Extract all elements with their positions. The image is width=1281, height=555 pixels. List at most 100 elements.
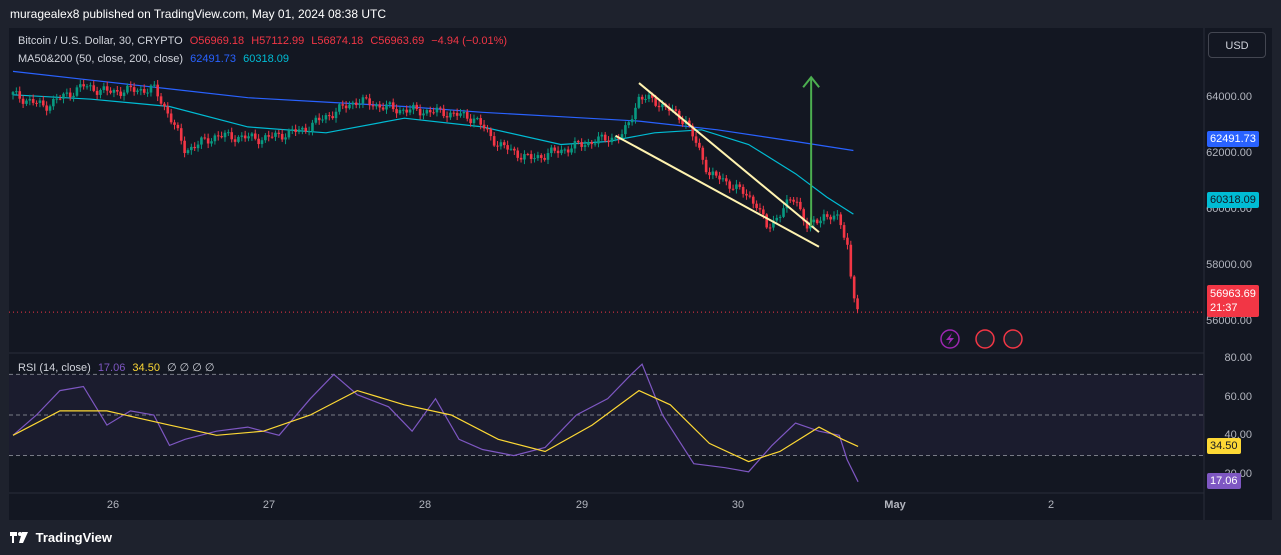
candle-body bbox=[129, 85, 133, 88]
attribution-bar: muragealex8 published on TradingView.com… bbox=[0, 0, 1281, 28]
candle-body bbox=[519, 157, 523, 160]
candle-body bbox=[89, 85, 92, 87]
candle-body bbox=[243, 135, 247, 139]
lightning-bolt-icon bbox=[946, 333, 954, 345]
ohlc-close: C56963.69 bbox=[370, 35, 425, 47]
candle-body bbox=[166, 106, 170, 114]
symbol-legend: Bitcoin / U.S. Dollar, 30, CRYPTO O56969… bbox=[18, 35, 511, 47]
candle-body bbox=[428, 110, 432, 113]
ma200-value: 60318.09 bbox=[243, 53, 289, 65]
candle-body bbox=[119, 91, 122, 96]
candle-body bbox=[469, 118, 472, 124]
candle-body bbox=[227, 132, 230, 134]
rsi-extra-values: ∅ ∅ ∅ ∅ bbox=[167, 362, 215, 374]
candle-body bbox=[233, 139, 237, 142]
candle-body bbox=[220, 136, 223, 138]
candle-body bbox=[358, 103, 361, 106]
ma-indicator-name[interactable]: MA50&200 (50, close, 200, close) bbox=[18, 53, 183, 65]
us-economic-event-icon-2 bbox=[1003, 329, 1023, 349]
candle-body bbox=[321, 119, 324, 121]
candle-body bbox=[398, 110, 402, 114]
candle-body bbox=[842, 225, 846, 238]
candle-body bbox=[153, 84, 156, 86]
candle-body bbox=[284, 137, 287, 140]
candle-body bbox=[52, 99, 55, 107]
candle-body bbox=[58, 98, 62, 100]
candle-body bbox=[253, 133, 257, 139]
candle-body bbox=[647, 94, 651, 99]
candle-body bbox=[327, 115, 331, 117]
candle-body bbox=[136, 90, 139, 92]
candle-body bbox=[570, 148, 573, 153]
candle-body bbox=[280, 133, 284, 140]
candle-body bbox=[546, 153, 550, 160]
candle-body bbox=[502, 142, 506, 146]
candle-body bbox=[351, 102, 355, 105]
time-tick-may: May bbox=[884, 499, 906, 511]
candle-body bbox=[449, 112, 452, 118]
ohlc-change: −4.94 (−0.01%) bbox=[431, 35, 508, 47]
candle-body bbox=[795, 201, 799, 203]
candle-body bbox=[543, 157, 546, 160]
candle-body bbox=[462, 112, 466, 114]
candle-body bbox=[819, 220, 822, 224]
candle-body bbox=[563, 149, 567, 151]
candle-body bbox=[142, 89, 146, 93]
candle-body bbox=[472, 118, 476, 124]
candle-body bbox=[637, 96, 641, 108]
candle-body bbox=[455, 112, 459, 116]
price-tick-58000: 58000.00 bbox=[1206, 259, 1252, 271]
candle-body bbox=[344, 105, 348, 109]
candle-body bbox=[644, 98, 647, 100]
candle-body bbox=[856, 298, 859, 310]
candle-body bbox=[45, 105, 48, 111]
candle-body bbox=[731, 188, 735, 190]
candle-body bbox=[260, 140, 264, 145]
candle-body bbox=[408, 109, 412, 113]
candle-body bbox=[778, 216, 782, 218]
candle-body bbox=[183, 140, 186, 154]
candle-body bbox=[439, 107, 442, 109]
candle-body bbox=[590, 141, 594, 145]
candle-body bbox=[822, 214, 826, 221]
candle-body bbox=[442, 108, 445, 117]
candle-body bbox=[566, 149, 570, 153]
rsi-indicator-name[interactable]: RSI (14, close) bbox=[18, 362, 91, 374]
candle-body bbox=[216, 135, 220, 137]
candle-body bbox=[523, 154, 526, 160]
candle-body bbox=[634, 107, 637, 120]
candle-body bbox=[415, 104, 419, 110]
chart-area[interactable]: Bitcoin / U.S. Dollar, 30, CRYPTO O56969… bbox=[9, 28, 1272, 520]
candle-body bbox=[186, 150, 190, 154]
candle-body bbox=[146, 92, 149, 94]
candle-body bbox=[78, 84, 82, 88]
candle-body bbox=[223, 132, 227, 138]
candle-body bbox=[378, 104, 382, 108]
candle-body bbox=[31, 99, 35, 103]
candle-body bbox=[627, 122, 631, 126]
currency-button[interactable]: USD bbox=[1208, 32, 1266, 58]
rsi-tick-60: 60.00 bbox=[1224, 391, 1252, 403]
symbol-name[interactable]: Bitcoin / U.S. Dollar, 30, CRYPTO bbox=[18, 35, 183, 47]
candle-body bbox=[832, 215, 836, 220]
candle-body bbox=[630, 119, 634, 123]
candle-body bbox=[277, 132, 281, 134]
tradingview-logo[interactable]: TradingView bbox=[10, 530, 112, 545]
candle-body bbox=[640, 96, 644, 100]
candle-body bbox=[745, 193, 748, 196]
ohlc-low: L56874.18 bbox=[311, 35, 364, 47]
candle-body bbox=[751, 196, 755, 204]
candle-body bbox=[758, 208, 762, 210]
candle-body bbox=[836, 214, 839, 216]
candle-body bbox=[748, 195, 752, 197]
candle-body bbox=[728, 181, 731, 189]
candle-body bbox=[274, 132, 277, 137]
candle-body bbox=[529, 154, 533, 159]
candle-body bbox=[768, 227, 772, 229]
candle-body bbox=[775, 217, 779, 221]
rsi-ma-value: 34.50 bbox=[132, 362, 160, 374]
candle-body bbox=[35, 102, 38, 104]
chart-canvas[interactable] bbox=[9, 28, 1272, 520]
candle-body bbox=[203, 137, 207, 139]
candle-body bbox=[496, 145, 499, 147]
